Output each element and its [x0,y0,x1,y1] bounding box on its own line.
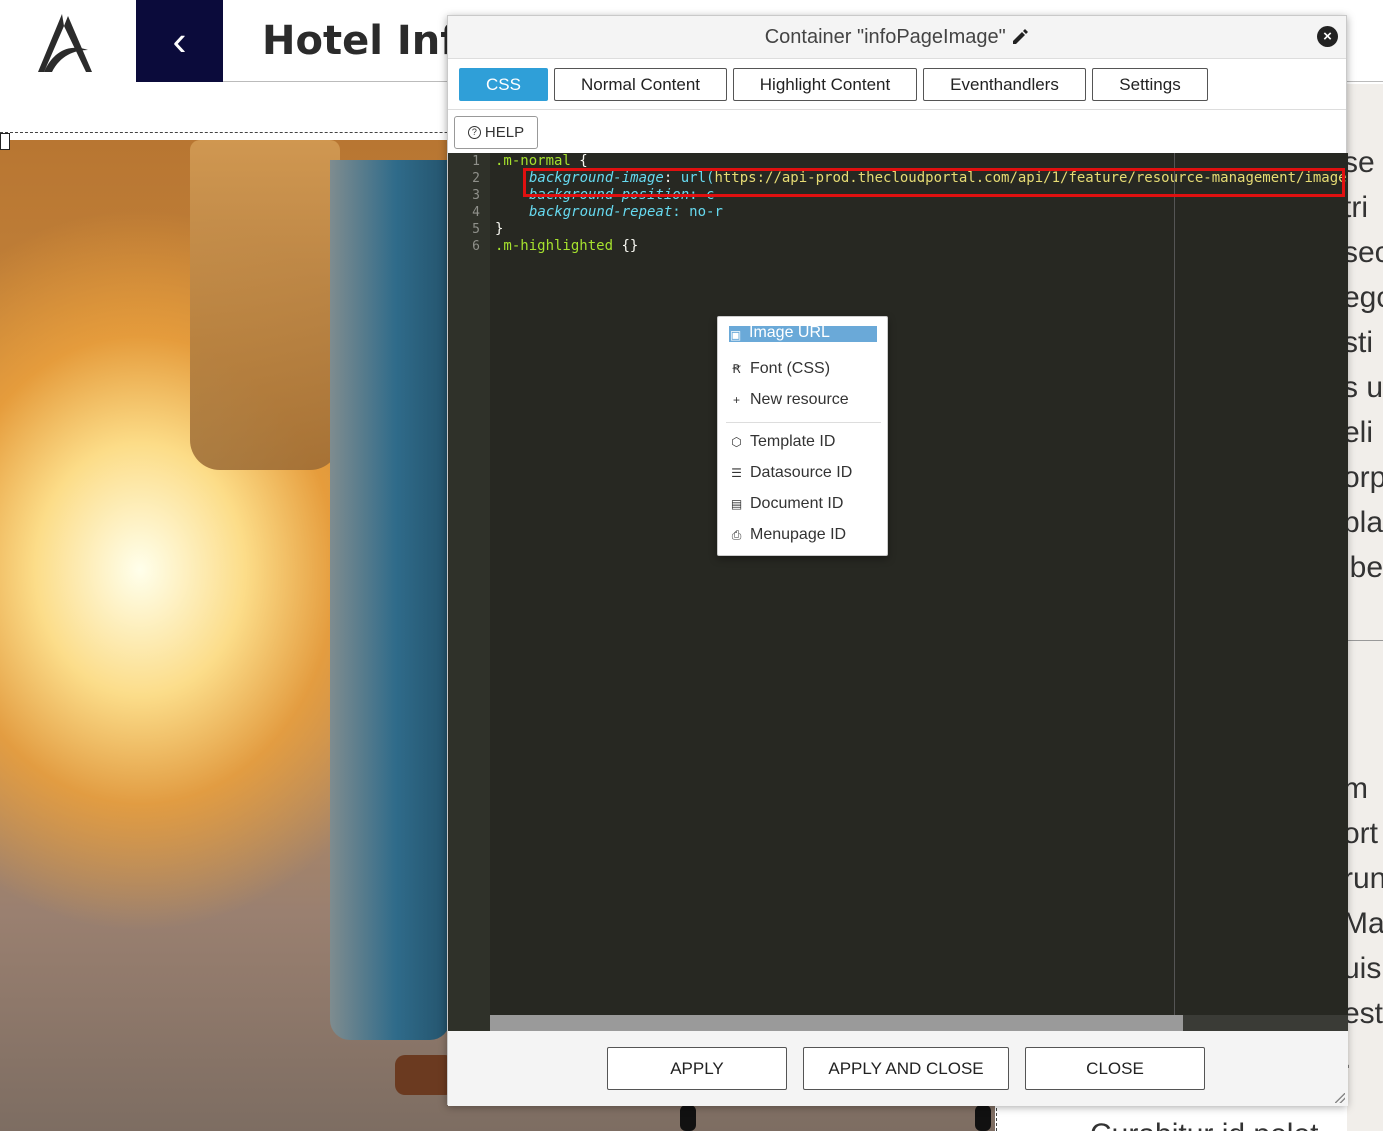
right-text-line: ibe [1347,551,1383,584]
line-number: 6 [472,239,480,254]
dialog-title: Container "infoPageImage" [764,26,1006,48]
menu-item-image-url[interactable]: ▣ Image URL [729,326,877,342]
menu-item-document-id[interactable]: ▤ Document ID [730,491,878,517]
right-text-line: eli [1347,416,1374,449]
menu-item-label: Document ID [750,495,844,512]
tab-highlight-content[interactable]: Highlight Content [733,68,917,101]
font-icon: Ꞧ [732,362,741,376]
menu-item-new-resource[interactable]: + New resource [730,387,878,413]
code-line: background-repeat: no-r [529,204,723,220]
close-icon[interactable]: × [1317,26,1338,47]
back-button[interactable]: ‹ [136,0,223,82]
bottom-text-fragment: Curabitur id pelet [1090,1118,1318,1131]
css-selector: .m-normal [495,153,571,169]
css-value: : no-r [672,204,723,220]
database-icon: ☰ [731,466,742,480]
dialog-footer: APPLY APPLY AND CLOSE CLOSE [448,1031,1348,1106]
menu-separator [726,422,881,423]
selection-handle[interactable] [0,133,10,150]
apply-button[interactable]: APPLY [607,1047,787,1090]
apply-and-close-button[interactable]: APPLY AND CLOSE [803,1047,1009,1090]
css-code-editor[interactable]: 1 2 3 4 5 6 .m-normal { background-image… [448,153,1348,1031]
menu-item-menupage-id[interactable]: ⎙ Menupage ID [730,522,878,548]
line-number: 4 [472,205,480,220]
code-line: .m-normal { [495,153,588,169]
dialog-tabs: CSS Normal Content Highlight Content Eve… [448,59,1346,110]
css-brace: { [570,153,588,169]
line-number: 5 [472,222,480,237]
tab-normal-content[interactable]: Normal Content [554,68,727,101]
right-text-line: se [1347,146,1375,179]
document-icon: ▤ [730,497,743,511]
menu-item-font-css[interactable]: Ꞧ Font (CSS) [730,356,878,382]
code-line: .m-highlighted {} [495,238,638,254]
menu-item-template-id[interactable]: ⬡ Template ID [730,429,878,455]
css-brace: {} [613,238,639,254]
print-margin-line [1174,153,1175,1015]
help-label: HELP [484,124,525,141]
image-icon: ▣ [729,328,742,342]
plus-icon: + [732,393,740,407]
cube-icon: ⬡ [731,435,742,449]
right-text-divider [1347,640,1383,641]
right-text-line: orp [1347,461,1383,494]
menu-item-label: New resource [750,391,849,408]
annotation-highlight-box [523,168,1345,197]
right-text-line: est [1347,997,1383,1030]
line-number: 2 [472,171,480,186]
tab-css[interactable]: CSS [459,68,548,101]
menu-item-label: Menupage ID [750,526,847,543]
right-text-line: run [1347,862,1383,895]
right-text-line: ego [1347,281,1383,314]
menu-item-label: Font (CSS) [750,360,831,377]
right-text-line: tri [1347,191,1368,224]
help-circle-icon: ? [467,126,481,139]
menu-item-label: Datasource ID [750,464,853,481]
scrollbar-thumb[interactable] [490,1015,1183,1031]
menu-item-label: Template ID [750,433,836,450]
tab-eventhandlers[interactable]: Eventhandlers [923,68,1086,101]
right-text-line: uis [1347,952,1382,985]
css-selector: .m-highlighted [495,238,614,254]
brand-logo-icon [38,14,92,72]
dialog-title-row: Container "infoPageImage" [448,26,1346,49]
horizontal-scrollbar[interactable] [490,1015,1348,1031]
close-button[interactable]: CLOSE [1025,1047,1205,1090]
right-text-line: sti [1347,326,1373,359]
right-text-line: sec [1347,236,1383,269]
resize-grip-icon[interactable] [1335,1093,1345,1103]
line-number: 3 [472,188,480,203]
css-property: background-repeat [529,204,673,220]
line-number: 1 [472,154,480,169]
menu-item-label: Image URL [749,326,830,341]
right-text-line: s u [1347,371,1383,404]
right-text-line: Ma [1347,907,1383,940]
right-text-line: m [1347,772,1368,805]
code-line: } [495,221,504,237]
right-text-line: plac [1347,506,1383,539]
editor-gutter: 1 2 3 4 5 6 [448,153,490,1031]
menupage-icon: ⎙ [731,527,742,542]
chevron-left-icon: ‹ [172,17,187,64]
resource-dropdown-menu: ▣ Image URL Ꞧ Font (CSS) + New resource … [717,316,888,556]
right-text-line: ort [1347,817,1379,850]
dialog-header: Container "infoPageImage" × [448,16,1346,59]
menu-item-datasource-id[interactable]: ☰ Datasource ID [730,460,878,486]
help-button[interactable]: ? HELP [454,116,538,149]
right-text-panel: se tri sec ego sti s u eli orp plac ibe … [1347,84,1383,1131]
pencil-icon[interactable] [1011,27,1029,45]
tab-settings[interactable]: Settings [1092,68,1208,101]
container-editor-dialog: Container "infoPageImage" × CSS Normal C… [447,15,1348,1106]
